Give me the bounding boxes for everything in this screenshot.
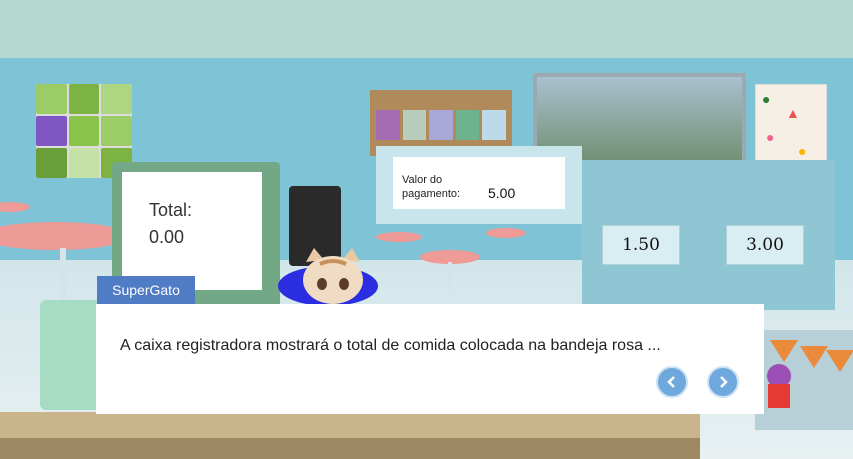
payment-value: 5.00 bbox=[488, 185, 516, 201]
supergato-cat bbox=[303, 248, 363, 304]
register-screen bbox=[122, 172, 262, 290]
price-tag: 3.00 bbox=[726, 225, 804, 265]
dialog-box: A caixa registradora mostrará o total de… bbox=[96, 304, 764, 414]
price-tag: 1.50 bbox=[602, 225, 680, 265]
previous-button[interactable] bbox=[656, 366, 688, 398]
chevron-left-icon bbox=[667, 376, 675, 388]
payment-label: Valor do pagamento: bbox=[402, 174, 461, 200]
pizza-slice[interactable] bbox=[800, 346, 828, 368]
speaker-name: SuperGato bbox=[97, 276, 195, 304]
cupcake[interactable] bbox=[764, 358, 794, 410]
dialog-text: A caixa registradora mostrará o total de… bbox=[120, 337, 661, 354]
table-leg bbox=[60, 248, 66, 308]
table-leg bbox=[448, 262, 452, 290]
counter-front bbox=[0, 438, 700, 459]
next-button[interactable] bbox=[707, 366, 739, 398]
total-label: Total: bbox=[149, 200, 193, 220]
total-value: 0.00 bbox=[149, 227, 185, 247]
chevron-right-icon bbox=[720, 376, 728, 388]
cafeteria-stool bbox=[376, 232, 422, 242]
ceiling bbox=[0, 0, 853, 58]
cafeteria-stool bbox=[486, 228, 526, 238]
pizza-slice[interactable] bbox=[826, 350, 853, 372]
